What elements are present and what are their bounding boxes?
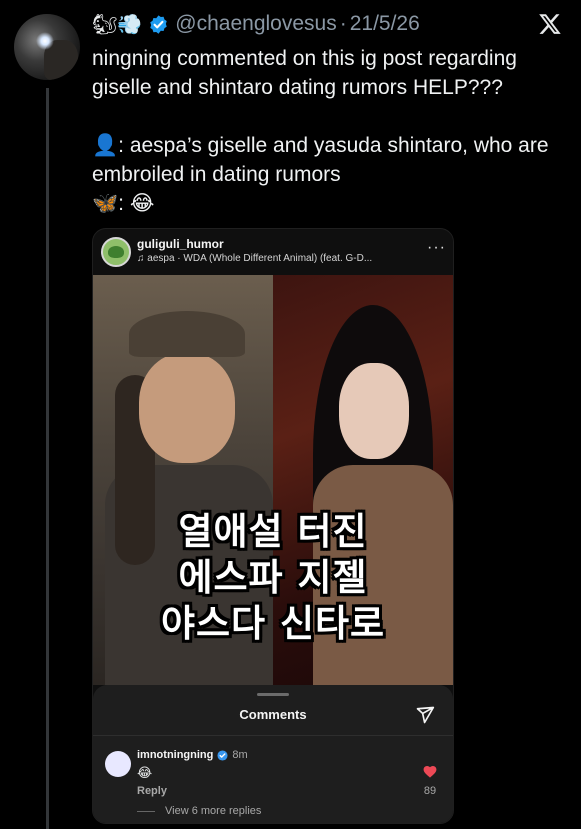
ig-screenshot-card[interactable]: guliguli_humor ♫ aespa · WDA (Whole Diff… — [92, 228, 454, 824]
send-icon[interactable] — [415, 705, 435, 725]
ig-user-avatar[interactable] — [101, 237, 131, 267]
author-avatar[interactable] — [14, 14, 80, 80]
author-handle[interactable]: @chaenglovesus — [175, 12, 336, 36]
verified-badge-icon — [148, 14, 169, 35]
reply-button[interactable]: Reply — [137, 785, 167, 797]
photo-overlay-caption: 열애설 터진 에스파 지젤 야스다 신타로 — [93, 509, 453, 647]
ig-post-header: guliguli_humor ♫ aespa · WDA (Whole Diff… — [93, 229, 453, 275]
music-note-icon: ♫ — [137, 253, 148, 264]
view-more-label: View 6 more replies — [165, 805, 262, 817]
ig-music-label[interactable]: ♫ aespa · WDA (Whole Different Animal) (… — [137, 253, 417, 264]
comment-text: 😂 — [137, 765, 153, 780]
frog-avatar-icon — [108, 246, 124, 258]
overlay-line: 에스파 지젤 — [178, 556, 368, 599]
like-count: 89 — [423, 785, 437, 797]
ig-post-photo: 열애설 터진 에스파 지젤 야스다 신타로 — [93, 275, 453, 685]
avatar-flash — [36, 32, 54, 50]
verified-badge-icon — [217, 749, 228, 761]
commenter-avatar[interactable] — [105, 751, 131, 777]
commenter-username[interactable]: imnotningning — [137, 749, 213, 761]
x-logo-icon[interactable] — [538, 12, 562, 36]
overlay-line: 열애설 터진 — [178, 510, 368, 553]
music-track: aespa · WDA (Whole Different Animal) (fe… — [147, 253, 373, 264]
ig-username[interactable]: guliguli_humor — [137, 237, 224, 251]
heart-icon[interactable] — [423, 765, 437, 778]
overlay-line: 야스다 신타로 — [160, 602, 386, 645]
header-separator: · — [339, 12, 347, 35]
person-cap — [129, 311, 245, 357]
sheet-grabber[interactable] — [257, 693, 289, 696]
comment-meta: imnotningning 8m — [137, 749, 248, 761]
sheet-divider — [93, 735, 453, 736]
comments-sheet: Comments imnotningning 8m 😂 Reply 89 Vie… — [93, 685, 453, 823]
tweet-paragraph: 👤: aespa’s giselle and yasuda shintaro, … — [92, 134, 549, 186]
person-face — [339, 363, 409, 459]
tweet-header: 🐿💨 @chaenglovesus · 21/5/26 — [92, 12, 420, 36]
replies-line — [137, 810, 155, 812]
tweet-paragraph: ningning commented on this ig post regar… — [92, 47, 517, 99]
person-face — [139, 353, 235, 463]
comment-time: 8m — [232, 749, 248, 761]
tweet-text: ningning commented on this ig post regar… — [92, 44, 562, 218]
view-more-replies[interactable]: View 6 more replies — [137, 805, 261, 817]
thread-line — [46, 88, 49, 829]
tweet-paragraph: 🦋: 😂 — [92, 192, 155, 215]
more-options-icon[interactable]: ··· — [427, 239, 446, 257]
tweet-date[interactable]: 21/5/26 — [350, 12, 420, 36]
comments-title: Comments — [239, 707, 307, 722]
display-name-emojis[interactable]: 🐿💨 — [92, 12, 142, 37]
